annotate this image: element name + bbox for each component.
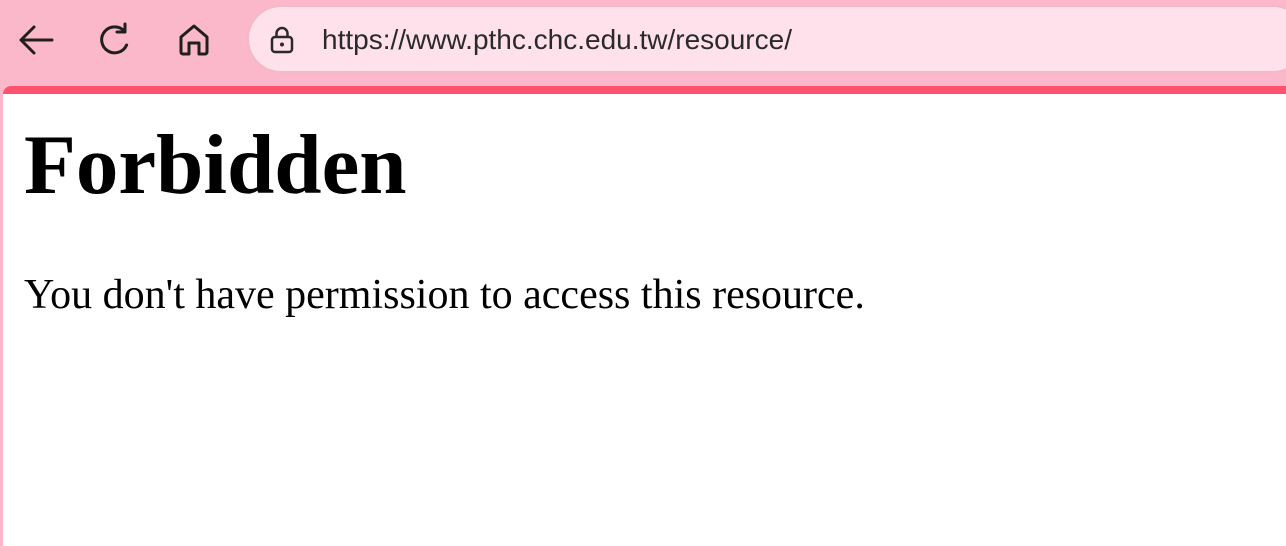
home-button[interactable] (172, 18, 216, 62)
reload-button[interactable] (93, 18, 137, 62)
page-title: Forbidden (24, 118, 407, 212)
browser-toolbar: https://www.pthc.chc.edu.tw/resource/ (0, 0, 1286, 86)
address-bar[interactable]: https://www.pthc.chc.edu.tw/resource/ (247, 5, 1286, 73)
url-text[interactable]: https://www.pthc.chc.edu.tw/resource/ (322, 23, 792, 57)
back-arrow-icon (19, 25, 54, 55)
back-button[interactable] (14, 18, 58, 62)
error-message: You don't have permission to access this… (24, 272, 865, 318)
lock-icon[interactable] (268, 26, 296, 54)
page-content: Forbidden You don't have permission to a… (3, 86, 1286, 546)
home-icon (179, 24, 209, 56)
reload-icon (100, 22, 129, 55)
